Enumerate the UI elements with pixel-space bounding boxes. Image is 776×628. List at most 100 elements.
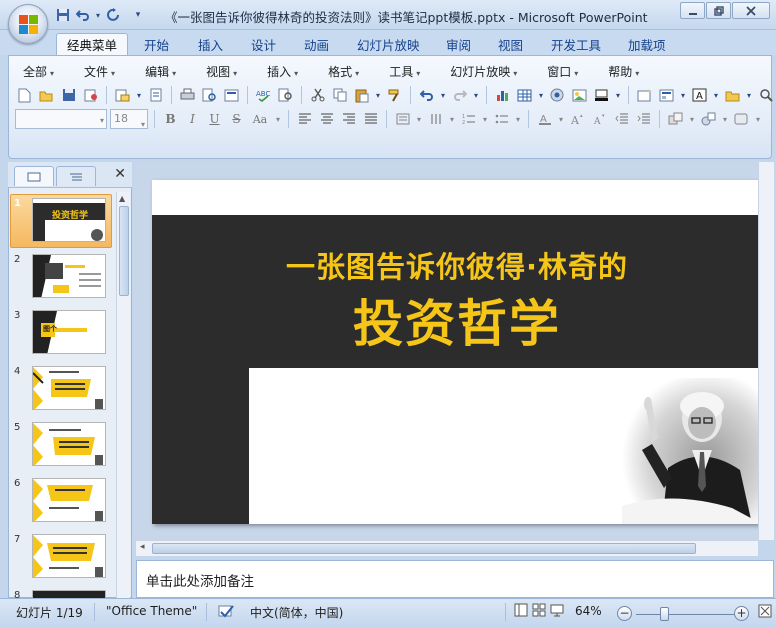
shadow-icon[interactable]: S (227, 110, 246, 129)
menu-insert[interactable]: 插入 ▾ (259, 63, 306, 80)
align-right-icon[interactable] (339, 110, 358, 129)
dropdown-arrow-icon[interactable]: ▾ (472, 86, 480, 105)
numbering-icon[interactable]: 12 (459, 110, 478, 129)
dropdown-arrow-icon[interactable]: ▾ (614, 86, 622, 105)
tab-animations[interactable]: 动画 (294, 33, 339, 55)
fit-to-window-icon[interactable] (758, 604, 772, 621)
slide-thumbnail[interactable]: 7 (8, 530, 116, 586)
tab-design[interactable]: 设计 (241, 33, 286, 55)
slide-horizontal-scrollbar[interactable]: ◂ (136, 540, 758, 556)
dropdown-arrow-icon[interactable]: ▾ (721, 110, 729, 129)
dropdown-arrow-icon[interactable]: ▾ (514, 110, 522, 129)
save-icon[interactable] (59, 86, 78, 105)
dropdown-arrow-icon[interactable]: ▾ (679, 86, 687, 105)
slide-thumbnail[interactable]: 5 (8, 418, 116, 474)
dropdown-arrow-icon[interactable]: ▾ (415, 110, 423, 129)
undo-dropdown-icon[interactable]: ▾ (94, 6, 102, 24)
shrink-font-icon[interactable]: A ▾ (590, 110, 609, 129)
format-painter-icon[interactable] (385, 86, 404, 105)
menu-slideshow[interactable]: 幻灯片放映 ▾ (442, 63, 525, 80)
scrollbar-thumb[interactable] (152, 543, 696, 554)
decrease-indent-icon[interactable] (612, 110, 631, 129)
dropdown-arrow-icon[interactable]: ▾ (688, 110, 696, 129)
dropdown-arrow-icon[interactable]: ▾ (135, 86, 143, 105)
dropdown-arrow-icon[interactable]: ▾ (439, 86, 447, 105)
print-preview-icon[interactable] (200, 86, 219, 105)
dropdown-arrow-icon[interactable]: ▾ (274, 110, 282, 129)
close-pane-icon[interactable]: ✕ (114, 166, 126, 182)
search-icon[interactable] (756, 86, 775, 105)
tab-classic-menu[interactable]: 经典菜单 (56, 33, 129, 55)
tab-insert[interactable]: 插入 (188, 33, 233, 55)
current-slide[interactable]: 一张图告诉你彼得·林奇的 投资哲学 (152, 180, 762, 524)
font-color-icon[interactable]: A (535, 110, 554, 129)
permission-icon[interactable] (81, 86, 100, 105)
shape-style-icon[interactable] (732, 110, 751, 129)
undo-icon[interactable] (417, 86, 436, 105)
minimize-button[interactable] (680, 2, 705, 19)
thumbnails-scrollbar[interactable]: ▲ (116, 192, 130, 598)
zoom-slider-handle[interactable] (660, 607, 669, 621)
tab-developer[interactable]: 开发工具 (541, 33, 611, 55)
slide-thumbnail[interactable]: 6 (8, 474, 116, 530)
slide-thumbnail[interactable]: 2 (8, 250, 116, 306)
menu-all[interactable]: 全部 ▾ (15, 63, 62, 80)
menu-view[interactable]: 视图 ▾ (198, 63, 245, 80)
open-icon[interactable] (37, 86, 56, 105)
dropdown-arrow-icon[interactable]: ▾ (374, 86, 382, 105)
folder-icon[interactable] (723, 86, 742, 105)
text-direction-icon[interactable] (426, 110, 445, 129)
email-icon[interactable] (113, 86, 132, 105)
language[interactable]: 中文(简体，中国) (250, 604, 343, 621)
bold-icon[interactable]: B (161, 110, 180, 129)
undo-icon[interactable] (74, 6, 92, 24)
customize-qat-icon[interactable]: ▾ (132, 6, 144, 24)
text-box-icon[interactable]: A (690, 86, 709, 105)
table-icon[interactable] (515, 86, 534, 105)
print-setup-icon[interactable] (146, 86, 165, 105)
dropdown-arrow-icon[interactable]: ▾ (712, 86, 720, 105)
slide-title-line-2[interactable]: 投资哲学 (152, 284, 762, 356)
notes-pane[interactable]: 单击此处添加备注 (136, 560, 774, 598)
tab-view[interactable]: 视图 (488, 33, 533, 55)
shapes-icon[interactable] (699, 110, 718, 129)
dropdown-arrow-icon[interactable]: ▾ (448, 110, 456, 129)
zoom-out-button[interactable]: − (617, 606, 632, 621)
picture-icon[interactable] (570, 86, 589, 105)
paste-icon[interactable] (352, 86, 371, 105)
align-center-icon[interactable] (317, 110, 336, 129)
new-slide-icon[interactable] (635, 86, 654, 105)
slide-vertical-scrollbar[interactable] (758, 162, 774, 540)
fill-color-icon[interactable] (592, 86, 611, 105)
redo-icon[interactable] (450, 86, 469, 105)
tab-home[interactable]: 开始 (134, 33, 179, 55)
dropdown-arrow-icon[interactable]: ▾ (481, 110, 489, 129)
chart-icon[interactable] (493, 86, 512, 105)
tab-review[interactable]: 审阅 (436, 33, 481, 55)
menu-edit[interactable]: 编辑 ▾ (137, 63, 184, 80)
redo-icon[interactable] (104, 6, 122, 24)
zoom-level[interactable]: 64% (575, 604, 602, 618)
save-icon[interactable] (54, 6, 72, 24)
clipart-icon[interactable] (548, 86, 567, 105)
spell-check-icon[interactable] (217, 603, 235, 622)
italic-icon[interactable]: I (183, 110, 202, 129)
justify-icon[interactable] (361, 110, 380, 129)
cut-icon[interactable] (308, 86, 327, 105)
restore-button[interactable] (706, 2, 731, 19)
tab-addins[interactable]: 加载项 (618, 33, 676, 55)
print-icon[interactable] (178, 86, 197, 105)
menu-tools[interactable]: 工具 ▾ (381, 63, 428, 80)
tab-outline[interactable] (56, 166, 96, 186)
office-button[interactable] (8, 4, 48, 44)
view-icon[interactable] (222, 86, 241, 105)
notes-placeholder[interactable]: 单击此处添加备注 (146, 570, 254, 590)
menu-window[interactable]: 窗口 ▾ (539, 63, 586, 80)
tab-slides[interactable] (14, 166, 54, 186)
zoom-in-button[interactable]: + (734, 606, 749, 621)
normal-view-icon[interactable] (514, 603, 528, 620)
dropdown-arrow-icon[interactable]: ▾ (557, 110, 565, 129)
change-case-icon[interactable]: Aa (249, 110, 271, 129)
scroll-up-icon[interactable]: ▲ (119, 194, 125, 203)
research-icon[interactable] (276, 86, 295, 105)
